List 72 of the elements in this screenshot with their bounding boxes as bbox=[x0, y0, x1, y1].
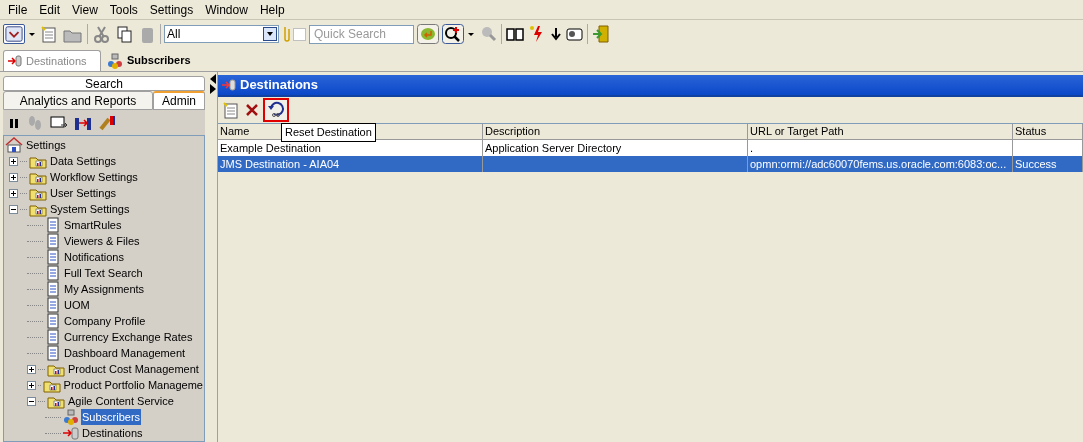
panel-tab[interactable]: Admin bbox=[153, 91, 205, 110]
destination-icon bbox=[8, 55, 22, 67]
tree-item[interactable]: Settings bbox=[25, 136, 67, 154]
expand-icon[interactable] bbox=[9, 156, 18, 166]
document-icon bbox=[45, 233, 61, 249]
document-tab[interactable]: Subscribers bbox=[103, 50, 195, 71]
house-icon bbox=[5, 137, 23, 153]
tooltip: Reset Destination bbox=[281, 123, 376, 142]
exit-door-icon[interactable] bbox=[591, 24, 611, 44]
reset-icon[interactable] bbox=[263, 98, 289, 122]
tree-item[interactable]: Viewers & Files bbox=[63, 232, 141, 250]
menu-item[interactable]: Edit bbox=[33, 0, 67, 19]
attachment-checkbox[interactable] bbox=[293, 27, 306, 41]
destination-icon bbox=[222, 79, 236, 91]
tree-item[interactable]: Agile Content Service bbox=[67, 392, 175, 410]
tree-item[interactable]: UOM bbox=[63, 296, 91, 314]
document-icon bbox=[45, 345, 61, 361]
document-icon bbox=[45, 249, 61, 265]
panel-tab[interactable]: Analytics and Reports bbox=[3, 91, 153, 110]
document-icon bbox=[45, 265, 61, 281]
tree-item[interactable]: My Assignments bbox=[63, 280, 146, 298]
tree-item[interactable]: SmartRules bbox=[63, 216, 123, 234]
tree-item[interactable]: Data Settings bbox=[49, 152, 118, 170]
tree-item[interactable]: Dashboard Management bbox=[63, 344, 187, 362]
table-cell: Success bbox=[1013, 156, 1083, 172]
tree-item[interactable]: User Settings bbox=[49, 184, 118, 202]
add-search-icon[interactable] bbox=[442, 24, 464, 44]
paperclip-icon bbox=[282, 25, 290, 43]
collapse-icon[interactable] bbox=[9, 204, 18, 214]
tree-item[interactable]: System Settings bbox=[49, 200, 131, 218]
expand-icon[interactable] bbox=[27, 364, 36, 374]
column-header[interactable]: Status bbox=[1013, 124, 1083, 140]
expand-icon[interactable] bbox=[9, 172, 18, 182]
document-icon bbox=[45, 281, 61, 297]
table-row[interactable]: Example Destination Application Server Directory . bbox=[218, 140, 1083, 156]
document-icon bbox=[45, 329, 61, 345]
table-cell: JMS Destination - AIA04 bbox=[218, 156, 483, 172]
expand-icon[interactable] bbox=[27, 380, 36, 390]
document-icon bbox=[45, 217, 61, 233]
quick-search-field[interactable]: Quick Search bbox=[309, 24, 414, 44]
menu-item[interactable]: Settings bbox=[143, 0, 200, 19]
copy-icon[interactable] bbox=[114, 24, 134, 44]
tree-item[interactable]: Product Cost Management bbox=[67, 360, 200, 378]
tree-item[interactable]: Subscribers bbox=[81, 408, 142, 426]
table-row[interactable]: JMS Destination - AIA04 opmn:ormi://adc60070fems.us.oracle.com:6083:oc... Success bbox=[218, 156, 1083, 172]
tree-item[interactable]: Full Text Search bbox=[63, 264, 144, 282]
subscribers-icon bbox=[107, 52, 123, 69]
tree-item[interactable]: Destinations bbox=[81, 424, 144, 442]
document-tab[interactable]: Destinations bbox=[3, 50, 101, 71]
document-icon bbox=[45, 297, 61, 313]
document-icon bbox=[45, 313, 61, 329]
column-header[interactable]: Description bbox=[483, 124, 748, 140]
scope-dropdown[interactable]: All bbox=[164, 25, 279, 43]
collapse-icon[interactable] bbox=[27, 396, 36, 406]
tree-item[interactable]: Notifications bbox=[63, 248, 125, 266]
menu-item[interactable]: Window bbox=[199, 0, 254, 19]
subscribers-icon bbox=[63, 409, 79, 425]
menu-item[interactable]: Tools bbox=[103, 0, 144, 19]
menu-item[interactable]: Help bbox=[253, 0, 291, 19]
expand-icon[interactable] bbox=[9, 188, 18, 198]
tree-item[interactable]: Currency Exchange Rates bbox=[63, 328, 194, 346]
cut-icon[interactable] bbox=[91, 24, 111, 44]
tree-item[interactable]: Company Profile bbox=[63, 312, 147, 330]
panel-title: Destinations bbox=[240, 76, 318, 95]
menu-item[interactable]: File bbox=[2, 0, 34, 19]
search-tab[interactable]: Search bbox=[3, 76, 205, 91]
column-header[interactable]: URL or Target Path bbox=[748, 124, 1013, 140]
tree-item[interactable]: Workflow Settings bbox=[49, 168, 139, 186]
tree-item[interactable]: Product Portfolio Manageme bbox=[62, 376, 204, 394]
delete-icon[interactable] bbox=[244, 102, 260, 118]
menu-item[interactable]: View bbox=[66, 0, 104, 19]
table-cell: opmn:ormi://adc60070fems.us.oracle.com:6083:oc... bbox=[748, 156, 1013, 172]
